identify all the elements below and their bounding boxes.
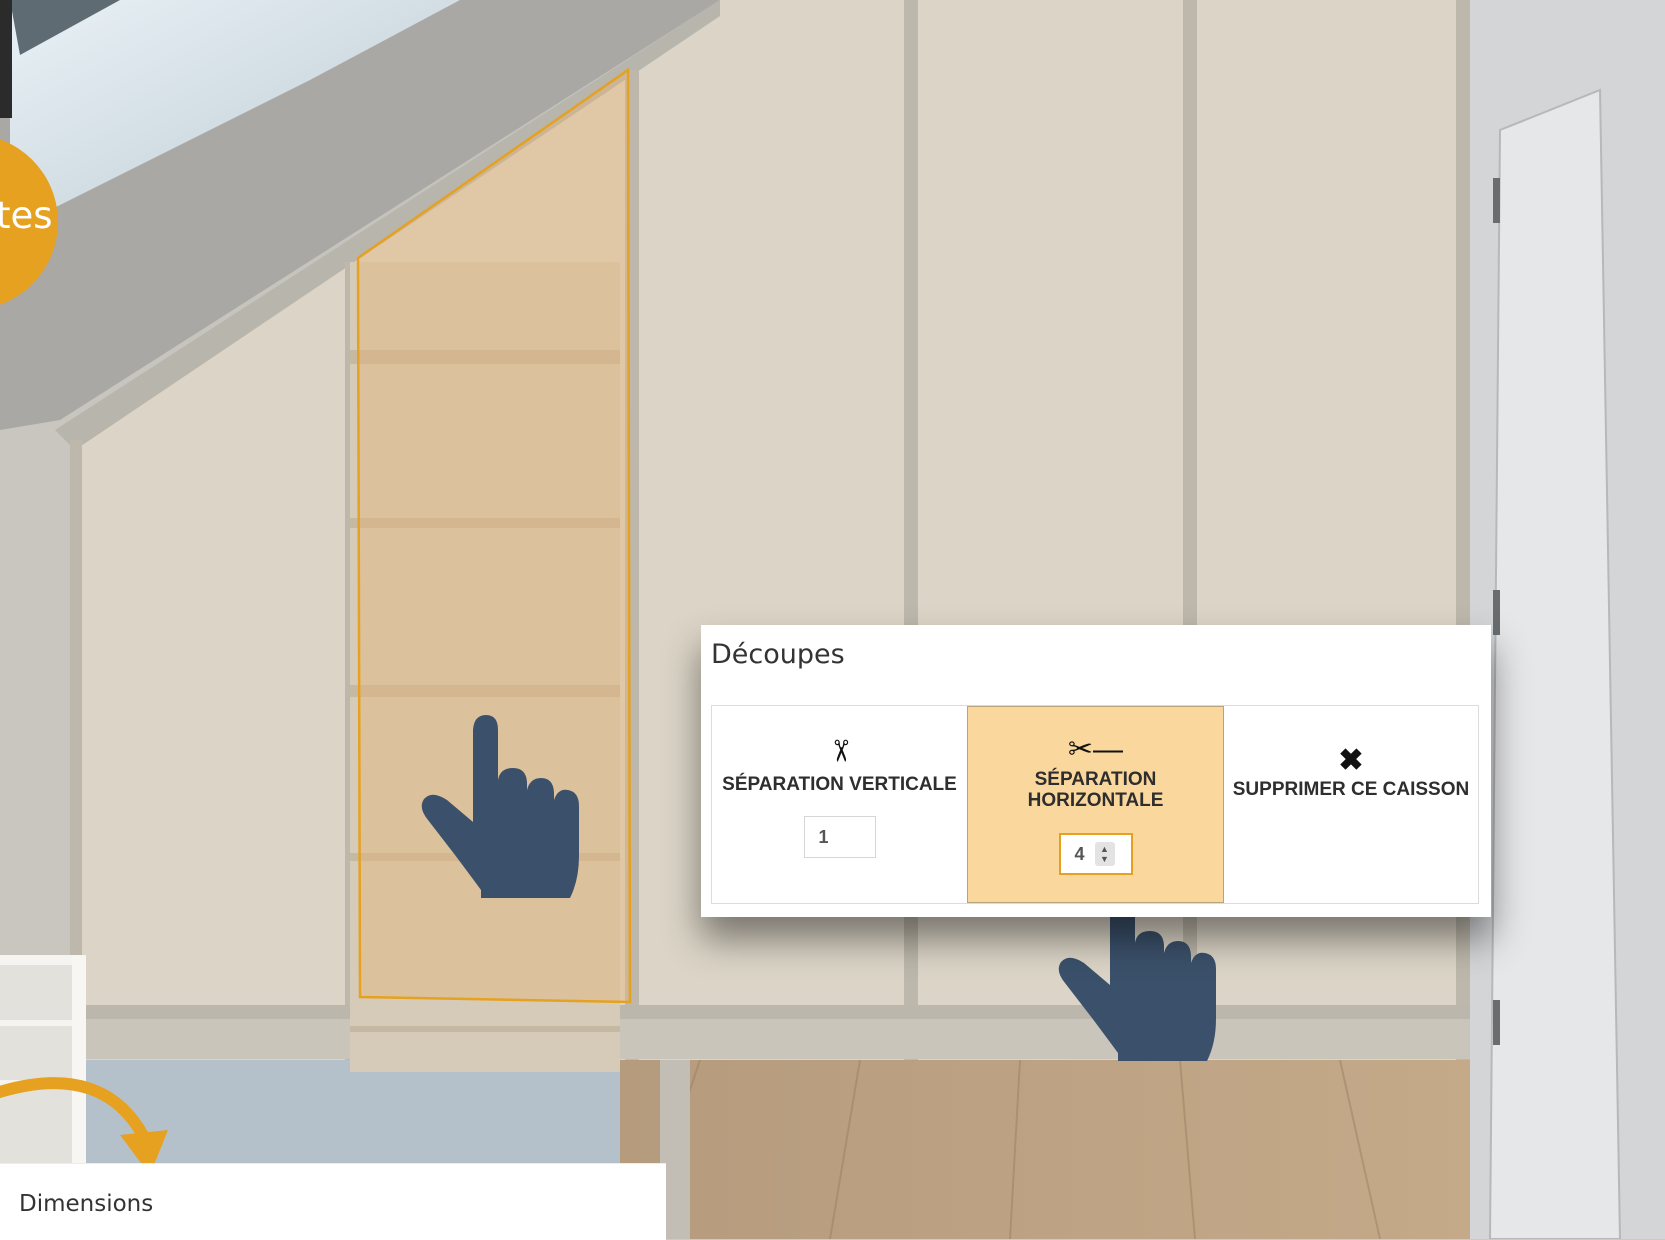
close-x-icon: ✖: [1338, 744, 1364, 777]
room-door: [1488, 88, 1622, 1239]
delete-caisson-label: SUPPRIMER CE CAISSON: [1232, 779, 1470, 800]
horizontal-count-value: 4: [1074, 843, 1085, 864]
wardrobe-3d-scene: [0, 0, 1665, 1239]
delete-caisson-option[interactable]: ✖ SUPPRIMER CE CAISSON: [1224, 706, 1478, 903]
shelf: [350, 1026, 620, 1032]
vertical-separation-option[interactable]: ✂ SÉPARATION VERTICALE 1: [712, 706, 967, 903]
vertical-separation-label: SÉPARATION VERTICALE: [722, 774, 957, 795]
horizontal-separation-option[interactable]: ✂— SÉPARATION HORIZONTALE 4 ▲ ▼: [967, 706, 1224, 903]
horizontal-separation-label-2: HORIZONTALE: [1027, 790, 1164, 811]
vertical-count-input[interactable]: 1: [803, 816, 876, 858]
horizontal-count-input[interactable]: 4 ▲ ▼: [1058, 833, 1133, 875]
spinner-up-icon[interactable]: ▲: [1100, 844, 1109, 854]
spinner-down-icon[interactable]: ▼: [1100, 854, 1109, 864]
number-spinner[interactable]: ▲ ▼: [1094, 842, 1115, 866]
decoupes-panel: Découpes ✂ SÉPARATION VERTICALE 1 ✂— SÉP…: [701, 625, 1491, 917]
side-badge-label[interactable]: tes: [0, 194, 53, 237]
horizontal-separation-label-1: SÉPARATION: [1034, 769, 1157, 790]
vertical-count-value: 1: [818, 826, 829, 847]
scissors-vertical-icon: ✂: [823, 738, 857, 764]
dimensions-panel[interactable]: Dimensions: [0, 1163, 666, 1240]
scissors-horizontal-icon: ✂—: [1067, 733, 1124, 766]
decoupes-options: ✂ SÉPARATION VERTICALE 1 ✂— SÉPARATION H…: [711, 705, 1479, 904]
dimensions-title: Dimensions: [19, 1191, 154, 1217]
panel-title: Découpes: [711, 639, 845, 670]
